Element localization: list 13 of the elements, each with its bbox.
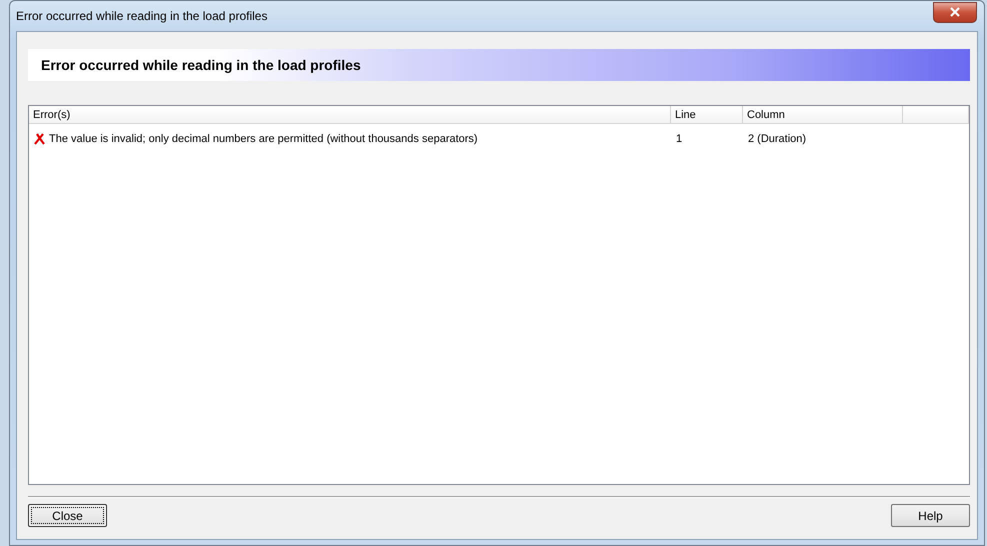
table-cell: The value is invalid; only decimal numbers are permitted (without thousands separators) bbox=[49, 132, 478, 144]
close-icon bbox=[949, 7, 961, 17]
dialog-button[interactable]: Close bbox=[28, 504, 107, 527]
table-cell: 1 bbox=[676, 132, 682, 144]
table-cell: 2 (Duration) bbox=[748, 132, 806, 144]
banner-title: Error occurred while reading in the load profiles bbox=[41, 57, 361, 73]
column-header[interactable]: Error(s) bbox=[29, 106, 671, 124]
column-header[interactable]: Line bbox=[671, 106, 743, 124]
window-title: Error occurred while reading in the load profiles bbox=[16, 9, 268, 23]
error-icon bbox=[34, 132, 45, 144]
column-header[interactable]: Column bbox=[743, 106, 903, 124]
close-window-button[interactable] bbox=[933, 2, 977, 22]
dialog-button[interactable]: Help bbox=[891, 504, 970, 527]
